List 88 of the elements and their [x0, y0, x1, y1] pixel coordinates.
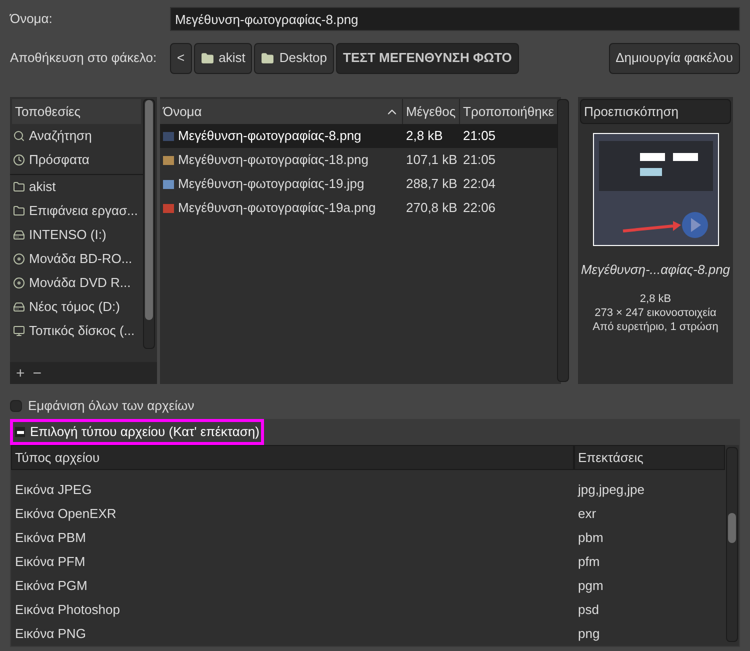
place-item[interactable]: akist — [10, 175, 143, 199]
scrollbar-thumb[interactable] — [728, 513, 736, 543]
scrollbar-thumb[interactable] — [145, 100, 153, 320]
drive-icon — [13, 229, 25, 241]
preview-info: 2,8 kB — [640, 292, 672, 306]
path-button[interactable]: akist — [194, 42, 252, 74]
preview-header: Προεπισκόπηση — [580, 99, 731, 124]
column-header[interactable]: Τύπος αρχείου — [11, 445, 574, 470]
file-modified: 22:06 — [462, 199, 497, 218]
file-extensions: pfm — [577, 553, 601, 572]
folder-icon — [13, 181, 25, 193]
file-modified: 22:04 — [462, 175, 497, 194]
show-all-files-label: Εμφάνιση όλων των αρχείων — [28, 397, 194, 416]
file-type-expander[interactable]: Επιλογή τύπου αρχείου (Κατ' επέκταση) — [10, 419, 264, 445]
path-button[interactable]: Desktop — [254, 42, 334, 74]
file-type-row[interactable]: Εικόνα Photoshop psd — [11, 598, 725, 622]
file-type-row[interactable]: Εικόνα JPEG jpg,jpeg,jpe — [11, 478, 725, 502]
save-folder-label: Αποθήκευση στο φάκελο: — [10, 49, 158, 68]
name-label: Όνομα: — [10, 10, 54, 28]
file-modified: 21:05 — [462, 127, 497, 146]
file-extensions: psd — [577, 601, 600, 620]
file-extensions: pgm — [577, 577, 604, 596]
places-header: Τοποθεσίες — [12, 99, 141, 124]
file-size: 107,1 kB — [405, 151, 458, 170]
clock-icon — [13, 154, 25, 166]
column-header[interactable]: Τροποποιήθηκε — [460, 99, 558, 124]
place-item[interactable]: Τοπικός δίσκος (... — [10, 319, 143, 343]
scrollbar[interactable] — [143, 99, 155, 349]
file-type-name: Εικόνα OpenEXR — [14, 505, 118, 524]
file-extensions: jpg,jpeg,jpe — [576, 481, 646, 500]
file-row[interactable]: Μεγέθυνση-φωτογραφίας-19a.png 270,8 kB 22:06 — [160, 196, 558, 220]
back-button[interactable]: < — [170, 42, 192, 74]
column-header[interactable]: Μέγεθος — [403, 99, 460, 124]
file-name: Μεγέθυνση-φωτογραφίας-18.png — [178, 151, 369, 170]
disc-icon — [13, 253, 25, 265]
file-type-row[interactable]: Εικόνα PGM pgm — [11, 574, 725, 598]
file-type-row[interactable]: Εικόνα OpenEXR exr — [11, 502, 725, 526]
drive-icon — [13, 301, 25, 313]
column-title: Όνομα — [163, 102, 202, 121]
file-type-name: Εικόνα JPEG — [14, 481, 93, 500]
scrollbar[interactable] — [557, 99, 570, 382]
file-type-row[interactable]: Εικόνα PNG png — [11, 622, 725, 646]
expander-icon — [15, 427, 25, 437]
place-item[interactable]: Μονάδα DVD R... — [10, 271, 143, 295]
file-type-name: Εικόνα PGM — [14, 577, 88, 596]
file-name: Μεγέθυνση-φωτογραφίας-19a.png — [178, 199, 376, 218]
file-row[interactable]: Μεγέθυνση-φωτογραφίας-19.jpg 288,7 kB 22:04 — [160, 172, 558, 196]
folder-icon — [13, 205, 25, 217]
file-type-name: Εικόνα PFM — [14, 553, 86, 572]
disc-icon — [13, 277, 25, 289]
file-row[interactable]: Μεγέθυνση-φωτογραφίας-18.png 107,1 kB 21:05 — [160, 148, 558, 172]
filename-input[interactable]: Μεγέθυνση-φωτογραφίας-8.png — [170, 7, 740, 31]
file-type-name: Εικόνα PBM — [14, 529, 87, 548]
column-header[interactable]: Επεκτάσεις — [574, 445, 725, 470]
file-extensions: pbm — [577, 529, 604, 548]
file-size: 2,8 kB — [405, 127, 444, 146]
preview-info: 273 × 247 εικονοστοιχεία — [594, 306, 716, 320]
place-item[interactable]: INTENSO (I:) — [10, 223, 143, 247]
place-item[interactable]: Επιφάνεια εργασ... — [10, 199, 143, 223]
remove-place-button[interactable]: − — [32, 366, 42, 380]
file-type-row[interactable]: Εικόνα PBM pbm — [11, 526, 725, 550]
folder-icon — [200, 52, 214, 64]
add-place-button[interactable]: + — [16, 366, 25, 380]
create-folder-button[interactable]: Δημιουργία φακέλου — [608, 42, 740, 74]
preview-info: Από ευρετήριο, 1 στρώση — [592, 320, 718, 334]
place-item[interactable]: Νέος τόμος (D:) — [10, 295, 143, 319]
file-size: 288,7 kB — [405, 175, 458, 194]
search-icon — [13, 130, 25, 142]
file-type-name: Εικόνα PNG — [14, 625, 87, 644]
file-type-row[interactable]: Εικόνα PFM pfm — [11, 550, 725, 574]
file-row[interactable]: Μεγέθυνση-φωτογραφίας-8.png 2,8 kB 21:05 — [160, 124, 558, 148]
file-type-name: Εικόνα Photoshop — [14, 601, 121, 620]
scrollbar[interactable] — [726, 447, 738, 642]
place-item[interactable]: Μονάδα BD-RO... — [10, 247, 143, 271]
checkbox[interactable] — [10, 400, 22, 412]
file-name: Μεγέθυνση-φωτογραφίας-19.jpg — [178, 175, 364, 194]
path-button[interactable]: ΤΕΣΤ ΜΕΓΕΝΘΥΝΣΗ ΦΩΤΟ — [336, 42, 519, 74]
place-item[interactable]: Αναζήτηση — [10, 124, 143, 148]
file-extensions: png — [577, 625, 601, 644]
preview-filename: Μεγέθυνση-...αφίας-8.png — [580, 261, 730, 279]
column-header[interactable]: Όνομα — [160, 99, 403, 124]
place-item[interactable]: Πρόσφατα — [10, 148, 143, 172]
file-name: Μεγέθυνση-φωτογραφίας-8.png — [178, 127, 362, 146]
file-modified: 21:05 — [462, 151, 497, 170]
folder-icon — [261, 52, 274, 64]
monitor-icon — [13, 325, 25, 337]
file-extensions: exr — [577, 505, 598, 524]
file-size: 270,8 kB — [405, 199, 458, 218]
